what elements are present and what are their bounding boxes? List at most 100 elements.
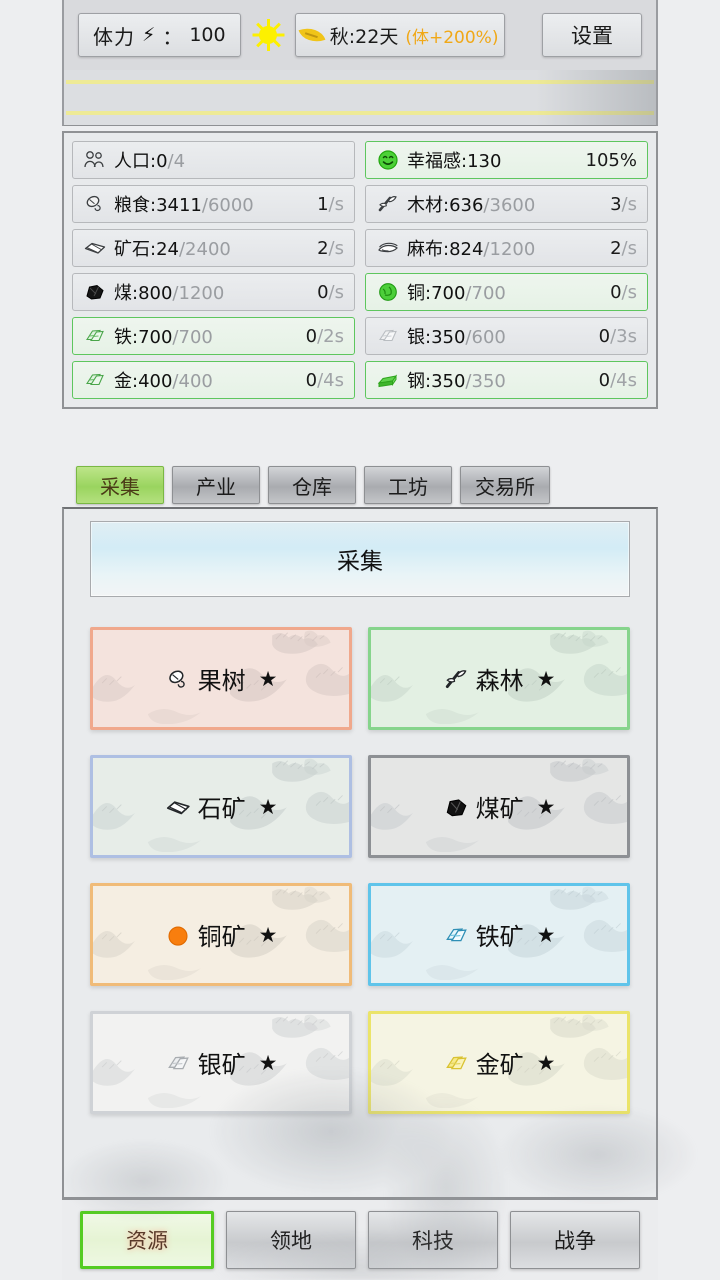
tab-产业[interactable]: 产业: [172, 466, 260, 504]
gather-card-forest[interactable]: 森林 ★: [368, 627, 630, 730]
coal-icon: [83, 281, 107, 303]
silver-icon: [376, 325, 400, 347]
star-icon: ★: [536, 666, 556, 691]
game-screen: 体力 ⚡ ： 100 秋:22天 (体+200%) 设置 人口:0/4 幸福感:…: [0, 0, 720, 1280]
season-progress-strip: [62, 70, 658, 126]
star-icon: ★: [536, 1050, 556, 1075]
top-status-bar: 体力 ⚡ ： 100 秋:22天 (体+200%) 设置: [62, 0, 658, 70]
card-label: 铁矿 ★: [443, 917, 556, 952]
resource-rate-unit: /3s: [610, 325, 637, 347]
card-title: 果树: [197, 667, 246, 695]
resource-rate-unit: /2s: [317, 325, 344, 347]
ore-icon: [83, 237, 107, 259]
resource-cell-steel[interactable]: 钢:350/350 0/4s: [365, 361, 648, 399]
resource-capacity: /400: [172, 371, 213, 392]
star-icon: ★: [536, 922, 556, 947]
card-title: 铁矿: [475, 923, 524, 951]
nav-科技[interactable]: 科技: [368, 1211, 498, 1269]
nav-领地[interactable]: 领地: [226, 1211, 356, 1269]
star-icon: ★: [258, 922, 278, 947]
resource-cell-silver[interactable]: 银:350/600 0/3s: [365, 317, 648, 355]
resource-rate-unit: /s: [621, 281, 637, 303]
resource-row: 矿石:24/2400 2/s 麻布:824/1200 2/s: [72, 229, 648, 267]
resource-capacity: /1200: [172, 283, 225, 304]
stamina-label: 体力: [93, 24, 135, 49]
cloth-icon: [376, 237, 400, 259]
resource-capacity: /6000: [201, 195, 254, 216]
tab-工坊[interactable]: 工坊: [364, 466, 452, 504]
resource-cell-gold[interactable]: 金:400/400 0/4s: [72, 361, 355, 399]
resource-rate: 0/s: [317, 281, 344, 303]
settings-label: 设置: [571, 24, 613, 48]
card-label: 石矿 ★: [165, 789, 278, 824]
nav-label: 科技: [412, 1229, 454, 1253]
gather-card-stone-mine[interactable]: 石矿 ★: [90, 755, 352, 858]
nav-战争[interactable]: 战争: [510, 1211, 640, 1269]
tab-仓库[interactable]: 仓库: [268, 466, 356, 504]
gather-card-coal-mine[interactable]: 煤矿 ★: [368, 755, 630, 858]
steel-icon: [376, 369, 400, 391]
resource-rate-unit: /s: [621, 193, 637, 215]
resource-rate: 105%: [585, 149, 637, 171]
resource-rate-unit: /s: [328, 193, 344, 215]
resource-cell-food[interactable]: 粮食:3411/6000 1/s: [72, 185, 355, 223]
card-label: 铜矿 ★: [165, 917, 278, 952]
forest-icon: [443, 667, 469, 691]
gather-card-iron-mine[interactable]: 铁矿 ★: [368, 883, 630, 986]
happiness-icon: [376, 149, 400, 171]
food-icon: [83, 193, 107, 215]
resource-cell-coal[interactable]: 煤:800/1200 0/s: [72, 273, 355, 311]
star-icon: ★: [258, 794, 278, 819]
resource-name-value: 幸福感:130: [407, 151, 502, 172]
card-title: 森林: [475, 667, 524, 695]
resource-rate-unit: /4s: [317, 369, 344, 391]
resource-cell-population[interactable]: 人口:0/4: [72, 141, 355, 179]
resource-cell-happiness[interactable]: 幸福感:130 105%: [365, 141, 648, 179]
star-icon: ★: [258, 666, 278, 691]
resource-cell-copper[interactable]: 铜:700/700 0/s: [365, 273, 648, 311]
stamina-value: 100: [189, 24, 226, 46]
nav-label: 资源: [126, 1229, 168, 1253]
resource-cell-iron[interactable]: 铁:700/700 0/2s: [72, 317, 355, 355]
resource-row: 煤:800/1200 0/s 铜:700/700 0/s: [72, 273, 648, 311]
star-icon: ★: [258, 1050, 278, 1075]
resource-capacity: /700: [465, 283, 506, 304]
season-indicator[interactable]: 秋:22天 (体+200%): [294, 13, 505, 57]
resource-rate-unit: /4s: [610, 369, 637, 391]
tab-交易所[interactable]: 交易所: [460, 466, 550, 504]
leaf-icon: [298, 22, 326, 48]
resource-rate: 2/s: [610, 237, 637, 259]
resource-cell-wood[interactable]: 木材:636/3600 3/s: [365, 185, 648, 223]
resource-panel: 人口:0/4 幸福感:130 105% 粮食:3411/6000 1/s 木材:636/3…: [62, 131, 658, 409]
resource-name-value: 木材:636/3600: [407, 195, 536, 216]
nav-资源[interactable]: 资源: [80, 1211, 214, 1269]
resource-rate-unit: /s: [621, 237, 637, 259]
bottom-navigation: 资源 领地 科技 战争: [62, 1199, 658, 1280]
resource-name-value: 银:350/600: [407, 327, 506, 348]
tab-label: 交易所: [475, 474, 535, 499]
gather-card-fruit-tree[interactable]: 果树 ★: [90, 627, 352, 730]
gather-card-silver-mine[interactable]: 银矿 ★: [90, 1011, 352, 1114]
tab-label: 采集: [100, 474, 140, 499]
lightning-bolt-icon: ⚡: [142, 24, 156, 46]
gather-card-grid: 果树 ★ 森林 ★ 石矿 ★ 煤矿 ★ 铜矿 ★ 铁矿 ★ 银矿 ★ 金矿 ★: [90, 627, 630, 1114]
card-title: 石矿: [197, 795, 246, 823]
card-label: 银矿 ★: [165, 1045, 278, 1080]
settings-button[interactable]: 设置: [542, 13, 642, 57]
resource-name-value: 粮食:3411/6000: [114, 195, 254, 216]
gather-card-copper-mine[interactable]: 铜矿 ★: [90, 883, 352, 986]
resource-name-value: 麻布:824/1200: [407, 239, 536, 260]
resource-cell-cloth[interactable]: 麻布:824/1200 2/s: [365, 229, 648, 267]
gather-card-gold-mine[interactable]: 金矿 ★: [368, 1011, 630, 1114]
resource-name-value: 矿石:24/2400: [114, 239, 231, 260]
resource-cell-ore[interactable]: 矿石:24/2400 2/s: [72, 229, 355, 267]
resource-name-value: 铁:700/700: [114, 327, 213, 348]
content-panel: 采集 果树 ★ 森林 ★ 石矿 ★ 煤矿 ★ 铜矿 ★ 铁矿 ★ 银矿 ★ 金矿 ★: [62, 507, 658, 1199]
tab-采集[interactable]: 采集: [76, 466, 164, 504]
stone-mine-icon: [165, 795, 191, 819]
sun-icon: [251, 18, 285, 52]
stamina-indicator[interactable]: 体力 ⚡ ： 100: [78, 13, 241, 57]
card-title: 煤矿: [475, 795, 524, 823]
iron-icon: [83, 325, 107, 347]
resource-name-value: 钢:350/350: [407, 371, 506, 392]
